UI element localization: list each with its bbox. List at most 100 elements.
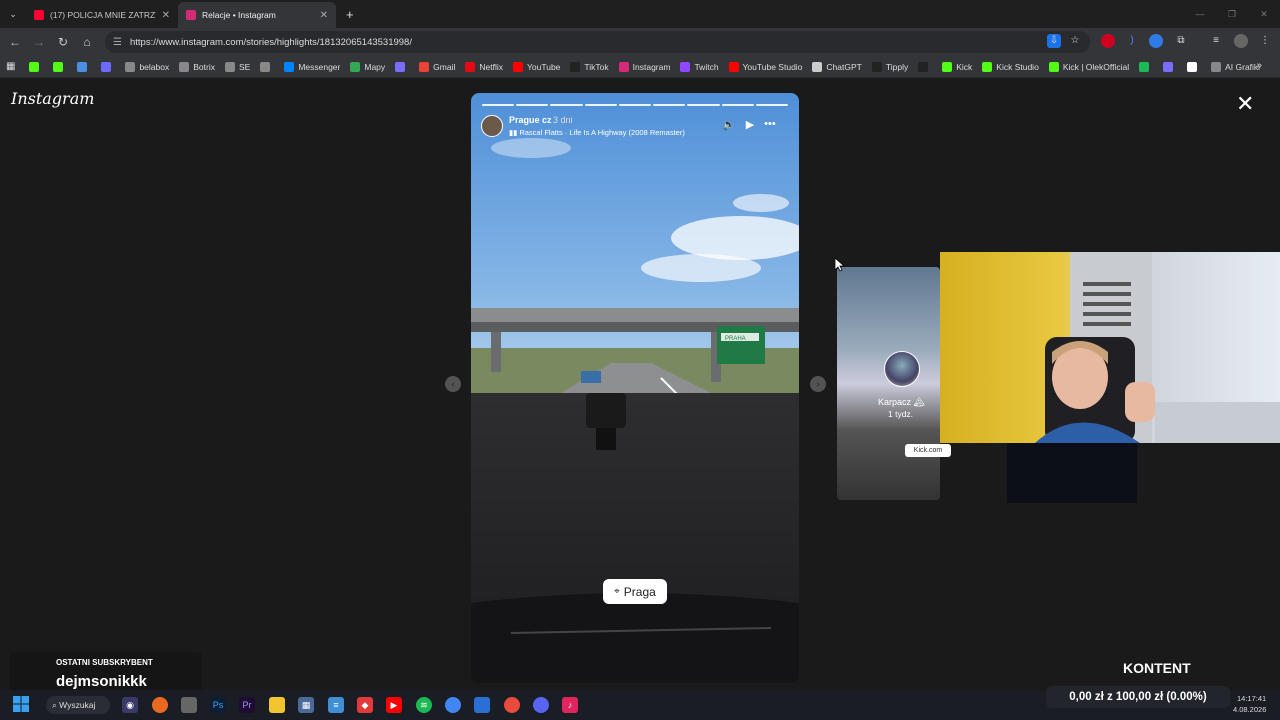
notepad-icon[interactable]: ≡: [328, 697, 344, 713]
premiere-icon[interactable]: Pr: [239, 697, 255, 713]
tip-icon: [918, 61, 929, 72]
previous-story-icon[interactable]: ‹: [445, 376, 461, 392]
music-bars-icon: ▮▮: [509, 128, 520, 137]
tipply-icon: [871, 61, 882, 72]
app-red-icon[interactable]: ◆: [357, 697, 373, 713]
bookmark-star-icon[interactable]: ☆: [1068, 34, 1082, 48]
back-icon[interactable]: ←: [3, 35, 27, 49]
chatgpt-icon: [812, 61, 823, 72]
site-info-icon[interactable]: ☰: [113, 37, 122, 48]
instagram-logo[interactable]: Instagram: [11, 89, 94, 108]
chrome-alt-icon[interactable]: [504, 697, 520, 713]
menu-kebab-icon[interactable]: ⋮: [1258, 34, 1272, 48]
extension-voice-icon[interactable]: ): [1125, 34, 1139, 48]
bookmark-item[interactable]: [29, 61, 43, 72]
reload-icon[interactable]: ↻: [51, 35, 75, 49]
bookmark-item[interactable]: Kick | OlekOfficial: [1048, 61, 1129, 72]
bookmark-item[interactable]: Messenger: [284, 61, 340, 72]
youtube-app-icon[interactable]: ▶: [386, 697, 402, 713]
next-story-preview[interactable]: [837, 267, 940, 500]
more-bookmarks-icon[interactable]: »: [1256, 60, 1262, 71]
extensions-puzzle-icon[interactable]: ⧉: [1174, 34, 1188, 48]
bookmark-item[interactable]: Mapy: [350, 61, 385, 72]
chrome-icon[interactable]: [445, 697, 461, 713]
bookmark-item[interactable]: Kick Studio: [982, 61, 1039, 72]
bookmark-item[interactable]: [260, 61, 274, 72]
kick-icon: [1048, 61, 1059, 72]
bookmark-item[interactable]: Kick: [942, 61, 972, 72]
calculator-icon[interactable]: ▦: [298, 697, 314, 713]
instagram-icon: [186, 10, 196, 20]
close-tab-icon[interactable]: ✕: [320, 10, 328, 21]
bookmark-item[interactable]: [395, 61, 409, 72]
bookmark-item[interactable]: ChatGPT: [812, 61, 862, 72]
close-story-icon[interactable]: ✕: [1236, 93, 1254, 115]
profile-icon[interactable]: [1234, 34, 1248, 48]
bookmark-item[interactable]: YouTube Studio: [728, 61, 802, 72]
windows-start-icon[interactable]: [13, 696, 29, 712]
toolbar: ← → ↻ ⌂ ☰ https://www.instagram.com/stor…: [0, 28, 1280, 56]
maximize-icon[interactable]: ❐: [1216, 0, 1248, 28]
messenger-icon: [284, 61, 295, 72]
photoshop-icon[interactable]: Ps: [210, 697, 226, 713]
bookmark-item[interactable]: [53, 61, 67, 72]
bookmark-item[interactable]: [101, 61, 115, 72]
close-tab-icon[interactable]: ✕: [162, 10, 170, 21]
bookmark-item[interactable]: YouTube: [513, 61, 561, 72]
bookmark-item[interactable]: Instagram: [618, 61, 670, 72]
discord-icon[interactable]: [533, 697, 549, 713]
location-label: Praga: [623, 584, 656, 599]
bookmark-item[interactable]: Botrix: [179, 61, 215, 72]
window-close-icon[interactable]: ✕: [1248, 0, 1280, 28]
file-explorer-icon[interactable]: [269, 697, 285, 713]
bookmark-item[interactable]: Gmail: [419, 61, 455, 72]
home-icon[interactable]: ⌂: [75, 35, 99, 49]
progress-segment: [755, 104, 788, 106]
extension-shield-icon[interactable]: [1149, 34, 1163, 48]
youtube-icon: [728, 61, 739, 72]
play-icon[interactable]: ▶: [746, 118, 754, 131]
story-music[interactable]: ▮▮ Rascal Flatts · Life Is A Highway (20…: [509, 128, 685, 137]
forward-icon[interactable]: →: [27, 35, 51, 49]
location-sticker[interactable]: ⌖ Praga: [603, 579, 667, 604]
volume-icon[interactable]: 🔈: [722, 118, 736, 131]
window-app-icon[interactable]: [474, 697, 490, 713]
bookmark-label: YouTube: [527, 61, 561, 72]
folder-gray-icon[interactable]: [181, 697, 197, 713]
story-username[interactable]: Prague cz: [509, 115, 552, 125]
bookmark-item[interactable]: SE: [224, 61, 250, 72]
bookmark-item[interactable]: [1187, 61, 1201, 72]
minimize-icon[interactable]: —: [1184, 0, 1216, 28]
new-tab-button[interactable]: +: [346, 7, 354, 22]
spotify-app-icon[interactable]: ≋: [416, 697, 432, 713]
taskbar-search[interactable]: ⌕ Wyszukaj: [46, 696, 110, 714]
reading-list-icon[interactable]: ≡: [1209, 34, 1223, 48]
bookmark-item[interactable]: [1163, 61, 1177, 72]
bookmark-item[interactable]: [918, 61, 932, 72]
bookmark-item[interactable]: Tipply: [871, 61, 908, 72]
firefox-icon[interactable]: [152, 697, 168, 713]
bookmark-item[interactable]: Netflix: [465, 61, 503, 72]
apps-grid-icon[interactable]: ▦: [6, 61, 15, 72]
tab-instagram[interactable]: Relacje • Instagram ✕: [178, 2, 336, 28]
bookmark-label: ChatGPT: [826, 61, 862, 72]
tiktok-app-icon[interactable]: ♪: [562, 697, 578, 713]
more-options-icon[interactable]: •••: [764, 118, 776, 131]
link-sticker[interactable]: Kick.com: [905, 444, 951, 457]
address-bar[interactable]: ☰ https://www.instagram.com/stories/high…: [105, 31, 1090, 53]
bookmark-item[interactable]: [1139, 61, 1153, 72]
tab-search-chevron-icon[interactable]: ⌄: [0, 9, 26, 20]
bookmark-item[interactable]: AI Grafiki: [1211, 61, 1260, 72]
ai-icon: [1211, 61, 1222, 72]
bookmark-item[interactable]: [77, 61, 91, 72]
bookmark-item[interactable]: TikTok: [570, 61, 609, 72]
extension-red-icon[interactable]: [1101, 34, 1115, 48]
bookmark-item[interactable]: belabox: [125, 61, 169, 72]
story-avatar[interactable]: [481, 115, 503, 137]
bookmark-item[interactable]: Twitch: [680, 61, 719, 72]
install-app-icon[interactable]: ⇩: [1047, 34, 1061, 48]
next-story-icon[interactable]: ›: [810, 376, 826, 392]
obs-icon[interactable]: ◉: [122, 697, 138, 713]
tab-youtube[interactable]: (17) POLICJA MNIE ZATRZYMAŁ ✕: [26, 2, 178, 28]
next-story-avatar[interactable]: [884, 351, 920, 387]
